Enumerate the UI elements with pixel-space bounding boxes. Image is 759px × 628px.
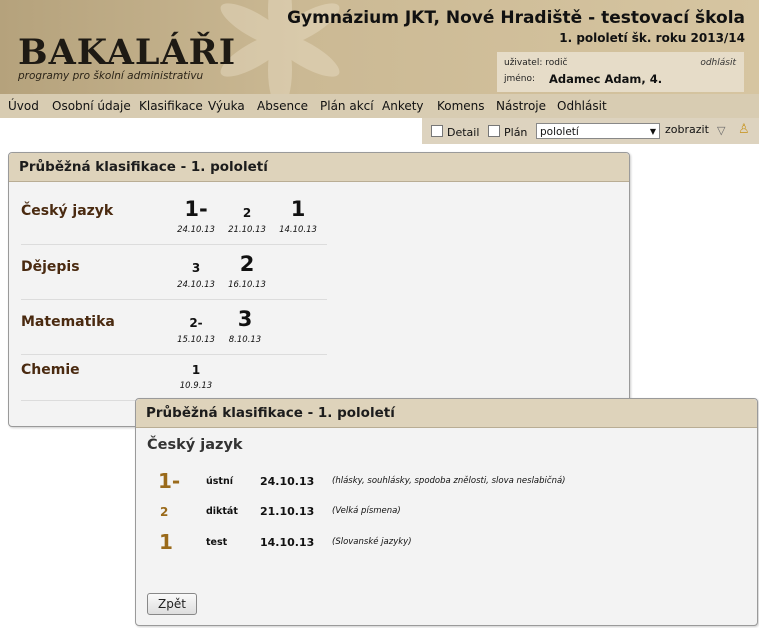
grade-type: diktát <box>206 506 238 517</box>
grade-date: 21.10.13 <box>260 505 315 518</box>
detail-panel-title: Průběžná klasifikace - 1. pololetí <box>146 405 395 421</box>
menu-item-komens[interactable]: Komens <box>437 99 485 113</box>
menu-item-klasifikace[interactable]: Klasifikace <box>139 99 203 113</box>
grade-type: ústní <box>206 476 233 487</box>
grade-date: 15.10.13 <box>177 335 215 345</box>
app-logo: BAKALÁŘI <box>18 32 237 73</box>
subject-name[interactable]: Dějepis <box>21 259 80 275</box>
logout-link[interactable]: odhlásit <box>700 58 736 68</box>
grade-date: 8.10.13 <box>228 335 262 345</box>
filter-toolbar: Detail Plán pololetí ▼ zobrazit ▽ ♙ <box>422 118 759 144</box>
detail-checkbox[interactable] <box>431 125 443 137</box>
app-header: BAKALÁŘI programy pro školní administrat… <box>0 0 759 94</box>
detail-grade: 1- <box>158 469 181 493</box>
grade-date: 16.10.13 <box>228 280 266 290</box>
main-menu: Úvod Osobní údaje Klasifikace Výuka Abse… <box>0 94 759 118</box>
menu-item-absence[interactable]: Absence <box>257 99 308 113</box>
filter-icon[interactable]: ▽ <box>717 124 725 137</box>
plan-checkbox[interactable] <box>488 125 500 137</box>
grade-value[interactable]: 1 <box>173 363 219 377</box>
detail-grade: 2 <box>160 505 169 519</box>
menu-item-nastroje[interactable]: Nástroje <box>496 99 546 113</box>
row-divider <box>21 244 327 245</box>
menu-item-ankety[interactable]: Ankety <box>382 99 424 113</box>
student-name: Adamec Adam, 4. <box>549 72 663 86</box>
detail-panel: Průběžná klasifikace - 1. pololetí Český… <box>135 398 758 626</box>
menu-item-odhlasit[interactable]: Odhlásit <box>557 99 607 113</box>
detail-label: Detail <box>447 126 480 139</box>
detail-subject-title: Český jazyk <box>147 437 243 453</box>
period-select[interactable]: pololetí ▼ <box>536 123 660 139</box>
user-role: rodič <box>545 58 568 68</box>
user-info-box: uživatel: rodič odhlásit jméno: Adamec A… <box>497 52 744 92</box>
menu-item-vyuka[interactable]: Výuka <box>208 99 245 113</box>
row-divider <box>21 299 327 300</box>
grade-note: (Velká písmena) <box>332 506 401 516</box>
grade-value[interactable]: 3 <box>173 261 219 275</box>
detail-panel-header: Průběžná klasifikace - 1. pololetí <box>136 399 757 428</box>
detail-grade: 1 <box>159 530 173 554</box>
grade-value[interactable]: 1 <box>275 197 321 221</box>
grade-date: 14.10.13 <box>260 536 315 549</box>
show-button[interactable]: zobrazit <box>665 123 709 136</box>
grade-value[interactable]: 3 <box>222 307 268 331</box>
back-button[interactable]: Zpět <box>147 593 197 615</box>
grade-date: 24.10.13 <box>177 225 215 235</box>
term-label: 1. pololetí šk. roku 2013/14 <box>559 31 745 45</box>
grade-date: 24.10.13 <box>260 475 315 488</box>
grade-note: (Slovanské jazyky) <box>332 537 412 547</box>
grade-value[interactable]: 1- <box>173 197 219 221</box>
user-row: uživatel: rodič <box>504 58 568 68</box>
subject-name[interactable]: Český jazyk <box>21 203 113 219</box>
menu-item-plan-akci[interactable]: Plán akcí <box>320 99 374 113</box>
plan-label: Plán <box>504 126 528 139</box>
subject-name[interactable]: Chemie <box>21 362 80 378</box>
menu-item-osobni-udaje[interactable]: Osobní údaje <box>52 99 131 113</box>
menu-item-uvod[interactable]: Úvod <box>8 99 39 113</box>
summary-panel-header: Průběžná klasifikace - 1. pololetí <box>9 153 629 182</box>
grade-date: 21.10.13 <box>228 225 266 235</box>
summary-panel: Průběžná klasifikace - 1. pololetí Český… <box>8 152 630 427</box>
grade-value[interactable]: 2 <box>224 206 270 220</box>
grade-type: test <box>206 537 228 548</box>
grade-date: 24.10.13 <box>177 280 215 290</box>
row-divider <box>21 354 327 355</box>
grade-note: (hlásky, souhlásky, spodoba znělosti, sl… <box>332 476 566 486</box>
grade-value[interactable]: 2- <box>173 316 219 330</box>
help-icon[interactable]: ♙ <box>738 122 750 137</box>
school-name: Gymnázium JKT, Nové Hradiště - testovací… <box>287 8 745 28</box>
grade-value[interactable]: 2 <box>224 252 270 276</box>
subject-name[interactable]: Matematika <box>21 314 115 330</box>
chevron-down-icon: ▼ <box>649 127 656 136</box>
grade-date: 10.9.13 <box>179 381 213 391</box>
summary-panel-title: Průběžná klasifikace - 1. pololetí <box>19 159 268 175</box>
grade-date: 14.10.13 <box>279 225 317 235</box>
app-tagline: programy pro školní administrativu <box>18 70 204 82</box>
name-label: jméno: <box>504 74 536 84</box>
